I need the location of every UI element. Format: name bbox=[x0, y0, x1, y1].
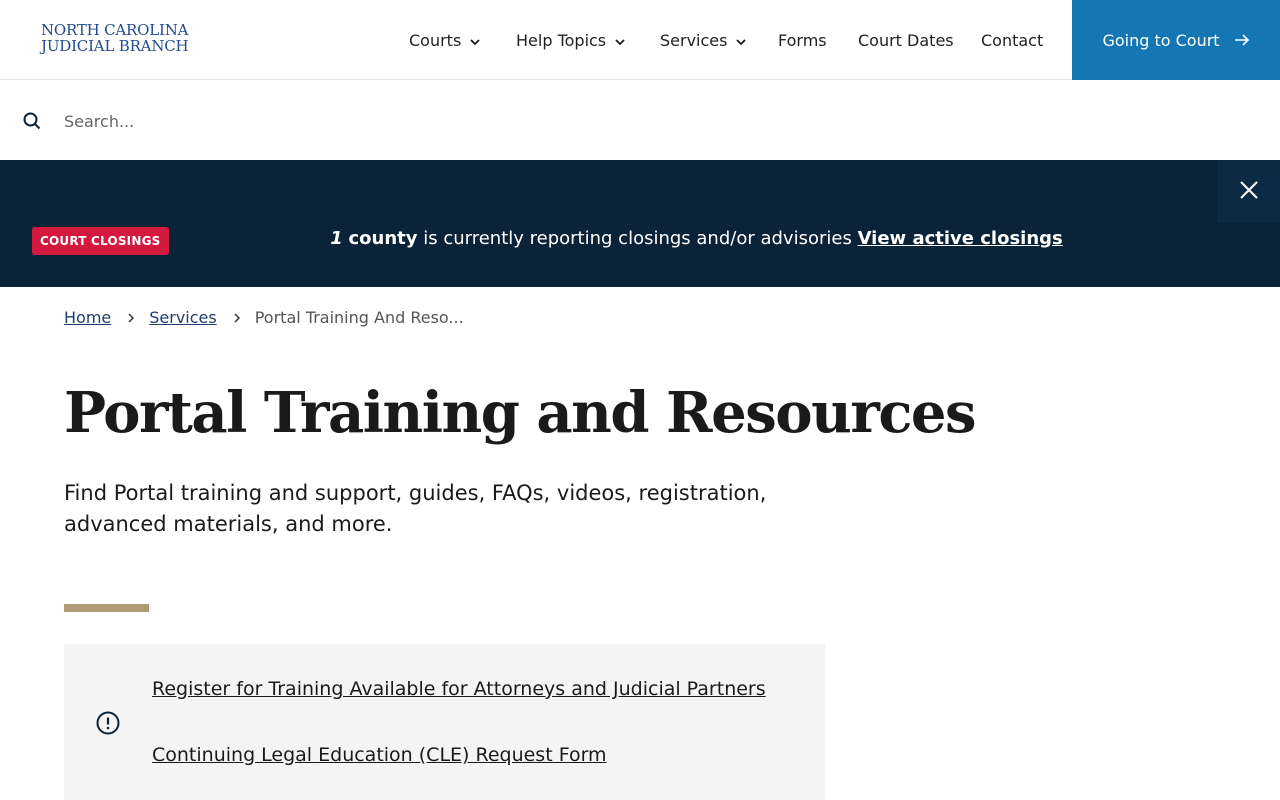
close-icon bbox=[1239, 180, 1258, 203]
chevron-right-icon bbox=[234, 312, 240, 323]
breadcrumb-home[interactable]: Home bbox=[64, 308, 111, 327]
logo-line-2: JUDICIAL BRANCH bbox=[41, 37, 189, 55]
view-active-closings-link[interactable]: View active closings bbox=[858, 228, 1063, 249]
breadcrumb-current: Portal Training And Reso... bbox=[254, 308, 464, 327]
nav-court-dates-label: Court Dates bbox=[858, 30, 954, 50]
nav-contact-label: Contact bbox=[981, 30, 1044, 50]
going-to-court-button[interactable]: Going to Court bbox=[1072, 0, 1280, 80]
close-alert-button[interactable] bbox=[1217, 160, 1280, 223]
chevron-down-icon bbox=[470, 31, 480, 50]
nav-services-label: Services bbox=[660, 30, 728, 50]
arrow-right-icon bbox=[1234, 31, 1250, 50]
chevron-right-icon bbox=[128, 312, 135, 323]
breadcrumb: Home Services Portal Training And Reso..… bbox=[64, 308, 464, 327]
logo-line-1: NORTH CAROLINA bbox=[41, 21, 189, 39]
nav-courts-label: Courts bbox=[409, 30, 462, 50]
chevron-down-icon bbox=[736, 31, 747, 50]
alert-message: 1 county is currently reporting closings… bbox=[0, 228, 1280, 249]
info-panel: Register for Training Available for Atto… bbox=[64, 644, 825, 800]
nav-services[interactable]: Services bbox=[660, 0, 747, 80]
nav-help-topics[interactable]: Help Topics bbox=[516, 0, 625, 80]
cle-request-form-link[interactable]: Continuing Legal Education (CLE) Request… bbox=[152, 744, 607, 766]
closings-alert-banner bbox=[0, 160, 1280, 287]
chevron-down-icon bbox=[615, 31, 625, 50]
search-bar bbox=[0, 81, 1280, 160]
nav-forms[interactable]: Forms bbox=[778, 0, 827, 80]
breadcrumb-services[interactable]: Services bbox=[149, 308, 216, 327]
exclamation-circle-icon bbox=[96, 711, 120, 739]
nav-help-topics-label: Help Topics bbox=[516, 30, 607, 50]
nav-court-dates[interactable]: Court Dates bbox=[858, 0, 954, 80]
going-to-court-label: Going to Court bbox=[1102, 30, 1220, 50]
accent-divider bbox=[64, 604, 149, 612]
nav-contact[interactable]: Contact bbox=[981, 0, 1043, 80]
site-header: NORTH CAROLINA JUDICIAL BRANCH Courts He… bbox=[0, 0, 1280, 80]
nav-forms-label: Forms bbox=[778, 30, 827, 50]
closing-count-label: county bbox=[348, 228, 418, 249]
nav-courts[interactable]: Courts bbox=[409, 0, 480, 80]
page-title: Portal Training and Resources bbox=[64, 380, 977, 446]
site-logo[interactable]: NORTH CAROLINA JUDICIAL BRANCH bbox=[41, 21, 189, 55]
alert-message-text: is currently reporting closings and/or a… bbox=[423, 228, 852, 249]
register-training-link[interactable]: Register for Training Available for Atto… bbox=[152, 678, 766, 700]
closing-count: 1 bbox=[330, 228, 343, 249]
search-input[interactable] bbox=[52, 101, 1252, 141]
search-icon[interactable] bbox=[23, 112, 41, 134]
page-intro: Find Portal training and support, guides… bbox=[64, 481, 767, 536]
